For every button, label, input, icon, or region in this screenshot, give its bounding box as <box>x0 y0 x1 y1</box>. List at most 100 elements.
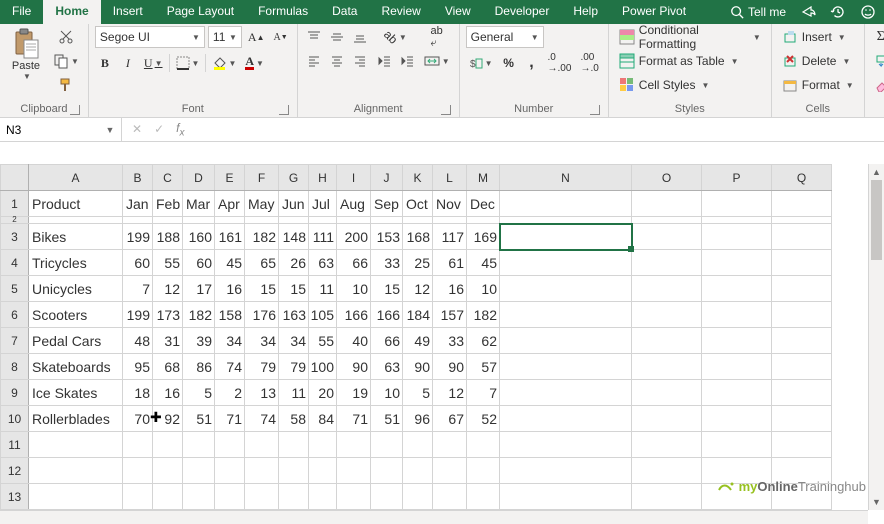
cell-styles-button[interactable]: Cell Styles▼ <box>615 74 765 96</box>
format-cells-button[interactable]: Format▼ <box>778 74 858 96</box>
tab-power-pivot[interactable]: Power Pivot <box>610 0 698 24</box>
cell[interactable] <box>500 458 632 484</box>
cell[interactable]: 7 <box>123 276 153 302</box>
cell[interactable] <box>632 380 702 406</box>
cell[interactable] <box>183 484 215 510</box>
select-all-corner[interactable] <box>1 165 29 191</box>
cell[interactable]: 79 <box>279 354 309 380</box>
cell[interactable] <box>632 302 702 328</box>
cell[interactable]: 63 <box>309 250 337 276</box>
enter-icon[interactable]: ✓ <box>154 122 164 136</box>
cell[interactable]: 173 <box>153 302 183 328</box>
cell[interactable] <box>215 458 245 484</box>
cell[interactable]: 51 <box>371 406 403 432</box>
cell[interactable]: 34 <box>245 328 279 354</box>
cell[interactable]: 7 <box>467 380 500 406</box>
cell[interactable] <box>500 276 632 302</box>
cell[interactable] <box>632 191 702 217</box>
cell[interactable] <box>772 432 832 458</box>
cell[interactable] <box>433 217 467 224</box>
cut-button[interactable] <box>50 26 82 48</box>
cell[interactable]: 34 <box>215 328 245 354</box>
cell[interactable] <box>632 484 702 510</box>
cell[interactable] <box>632 250 702 276</box>
cell[interactable]: Unicycles <box>29 276 123 302</box>
accounting-format-button[interactable]: $▼ <box>466 52 496 74</box>
align-center-button[interactable] <box>327 50 347 72</box>
align-left-button[interactable] <box>304 50 324 72</box>
cell[interactable]: 74 <box>245 406 279 432</box>
cell[interactable]: 15 <box>279 276 309 302</box>
format-as-table-button[interactable]: Format as Table▼ <box>615 50 765 72</box>
cell[interactable]: 90 <box>337 354 371 380</box>
cell[interactable] <box>632 276 702 302</box>
column-header[interactable]: F <box>245 165 279 191</box>
cell[interactable] <box>183 217 215 224</box>
tab-insert[interactable]: Insert <box>101 0 155 24</box>
cell[interactable] <box>702 302 772 328</box>
cell[interactable] <box>309 484 337 510</box>
cell[interactable]: 163 <box>279 302 309 328</box>
cell[interactable]: Bikes <box>29 224 123 250</box>
row-header[interactable]: 8 <box>1 354 29 380</box>
cell[interactable]: 71 <box>215 406 245 432</box>
cell[interactable] <box>500 354 632 380</box>
cell[interactable]: 34 <box>279 328 309 354</box>
cell[interactable]: 12 <box>153 276 183 302</box>
cell[interactable] <box>337 217 371 224</box>
cell[interactable]: 10 <box>337 276 371 302</box>
autosum-button[interactable]: Σ▼ <box>871 26 884 48</box>
cell[interactable] <box>632 432 702 458</box>
column-header[interactable]: I <box>337 165 371 191</box>
cell[interactable]: 13 <box>245 380 279 406</box>
cell[interactable] <box>279 217 309 224</box>
cell[interactable]: 153 <box>371 224 403 250</box>
vertical-scrollbar[interactable]: ▲ ▼ <box>868 164 884 510</box>
cell[interactable] <box>371 458 403 484</box>
cell[interactable]: 160 <box>183 224 215 250</box>
tab-developer[interactable]: Developer <box>483 0 562 24</box>
cell[interactable] <box>500 484 632 510</box>
cell[interactable]: Scooters <box>29 302 123 328</box>
cell[interactable]: 92 <box>153 406 183 432</box>
cell[interactable] <box>215 217 245 224</box>
cell[interactable]: 66 <box>371 328 403 354</box>
cell[interactable]: 60 <box>123 250 153 276</box>
cell[interactable] <box>772 250 832 276</box>
cell[interactable]: 12 <box>403 276 433 302</box>
cell[interactable] <box>215 432 245 458</box>
fill-button[interactable]: ▼ <box>871 50 884 72</box>
font-name-combo[interactable]: Segoe UI▼ <box>95 26 205 48</box>
cell[interactable] <box>702 406 772 432</box>
column-header[interactable]: K <box>403 165 433 191</box>
cell[interactable]: Product <box>29 191 123 217</box>
cell[interactable] <box>245 217 279 224</box>
cell[interactable]: Jan <box>123 191 153 217</box>
fx-icon[interactable]: fx <box>176 121 184 138</box>
cell[interactable] <box>123 217 153 224</box>
cell[interactable]: 63 <box>371 354 403 380</box>
cell[interactable]: 55 <box>309 328 337 354</box>
cell[interactable]: 45 <box>215 250 245 276</box>
cell[interactable] <box>702 328 772 354</box>
cell[interactable] <box>123 458 153 484</box>
cell[interactable] <box>337 484 371 510</box>
row-header[interactable]: 5 <box>1 276 29 302</box>
cell[interactable]: 199 <box>123 224 153 250</box>
cell[interactable]: Jun <box>279 191 309 217</box>
cell[interactable] <box>309 458 337 484</box>
paste-button[interactable]: Paste ▼ <box>6 26 46 81</box>
column-header[interactable]: B <box>123 165 153 191</box>
cell[interactable]: 20 <box>309 380 337 406</box>
cell[interactable] <box>245 484 279 510</box>
column-header[interactable]: D <box>183 165 215 191</box>
column-header[interactable]: N <box>500 165 632 191</box>
chevron-down-icon[interactable]: ▼ <box>100 125 120 135</box>
insert-cells-button[interactable]: Insert▼ <box>778 26 850 48</box>
cell[interactable] <box>500 432 632 458</box>
orientation-button[interactable]: ab▼ <box>374 26 417 48</box>
cell[interactable] <box>772 217 832 224</box>
cell[interactable]: Aug <box>337 191 371 217</box>
cell[interactable]: 200 <box>337 224 371 250</box>
cell[interactable] <box>772 191 832 217</box>
